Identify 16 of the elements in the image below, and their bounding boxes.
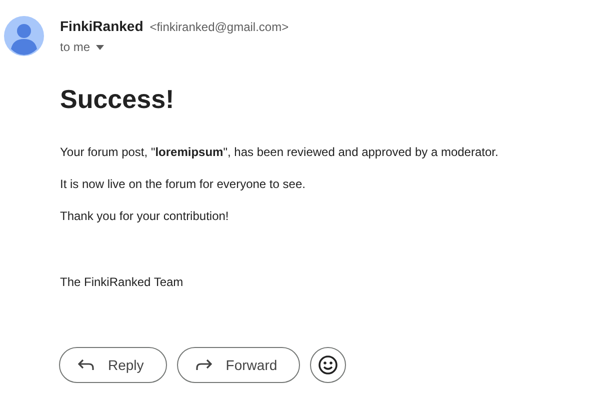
emoji-reaction-button[interactable] bbox=[310, 347, 346, 383]
recipient-label: to me bbox=[60, 40, 90, 54]
reply-button[interactable]: Reply bbox=[59, 347, 167, 383]
sender-address: <finkiranked@gmail.com> bbox=[150, 20, 289, 34]
smiley-icon bbox=[318, 355, 338, 375]
dropdown-caret-icon[interactable] bbox=[96, 44, 104, 50]
avatar-icon bbox=[4, 16, 44, 56]
forward-arrow-icon bbox=[196, 359, 212, 371]
reply-arrow-icon bbox=[78, 359, 94, 371]
sender-name: FinkiRanked bbox=[60, 18, 144, 34]
body-paragraph: Your forum post, "loremipsum", has been reviewed and approved by a moderator. bbox=[60, 145, 500, 159]
body-paragraph: Thank you for your contribution! bbox=[60, 209, 230, 223]
body-paragraph: It is now live on the forum for everyone to see. bbox=[60, 177, 306, 191]
message-heading: Success! bbox=[60, 84, 176, 115]
forward-button[interactable]: Forward bbox=[176, 347, 300, 383]
signature-text: The FinkiRanked Team bbox=[60, 275, 184, 289]
